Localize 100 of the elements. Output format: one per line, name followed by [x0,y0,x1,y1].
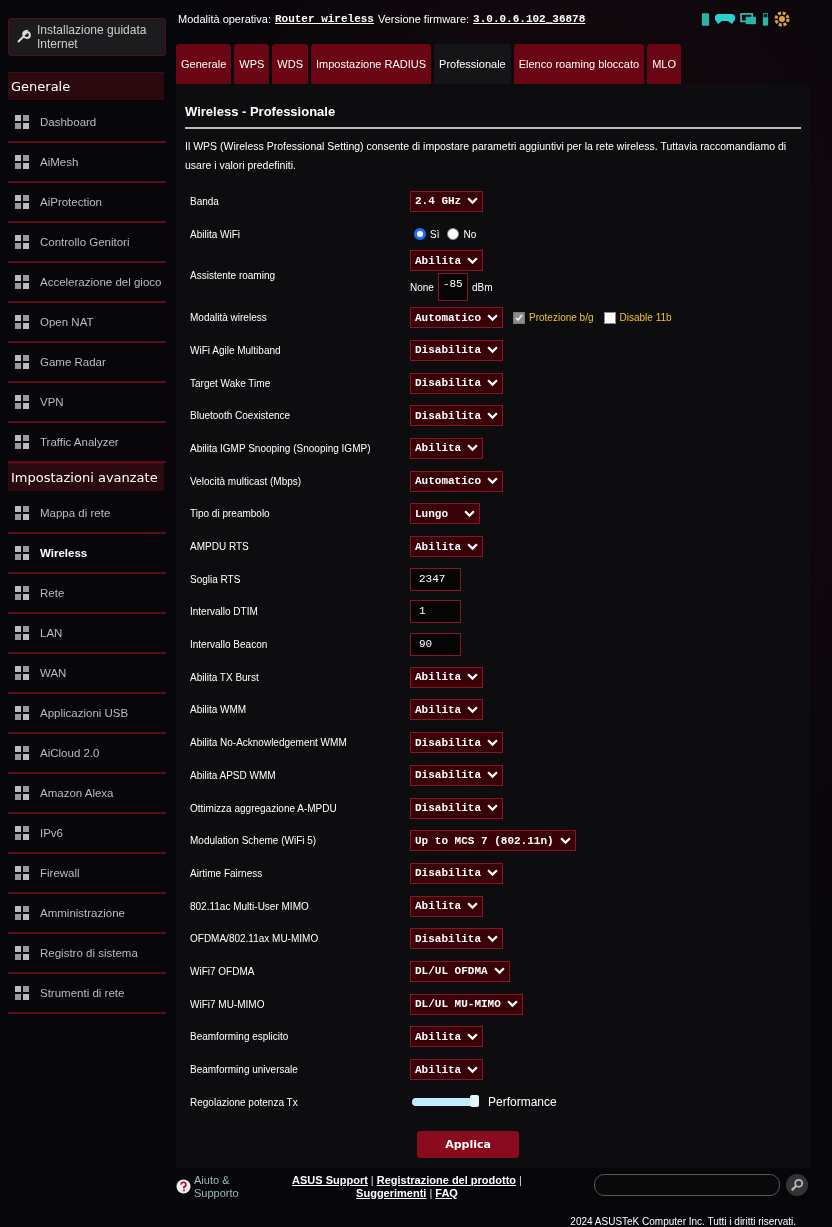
chevron-icon [467,705,479,714]
setting-label: Abilita WiFi [190,228,241,240]
phone-icon[interactable] [701,11,710,27]
dropdown[interactable]: 2.4 GHz [410,190,484,212]
setting-label: Intervallo Beacon [190,639,269,651]
dropdown[interactable]: Abilita [410,536,484,558]
help-link[interactable]: Aiuto & Supporto [194,1173,246,1200]
sidebar-item[interactable]: Applicazioni USB [8,694,166,734]
usb-icon[interactable] [762,11,769,27]
radio-button[interactable] [447,228,460,241]
chevron-icon [487,346,498,355]
setting-label: WiFi Agile Multiband [190,344,282,356]
sidebar-item[interactable]: Registro di sistema [8,934,166,974]
input-field[interactable]: 2347 [410,567,461,591]
sidebar-item[interactable]: Controllo Genitori [8,223,166,263]
separator: | [370,1173,374,1187]
sidebar-item[interactable]: Amministrazione [8,894,166,934]
sidebar-item[interactable]: Amazon Alexa [8,774,166,814]
sidebar-item[interactable]: Strumenti di rete [8,974,166,1014]
chevron-icon [487,738,498,747]
sidebar-item[interactable]: Rete [8,574,166,614]
input-field[interactable]: -85 [437,273,468,302]
dropdown[interactable]: Abilita [410,250,484,272]
footer-link[interactable]: Suggerimenti [356,1186,427,1200]
firmware-link[interactable]: 3.0.0.6.102_36878 [473,13,586,25]
gamepad-icon[interactable] [715,13,735,25]
sidebar-item[interactable]: IPv6 [8,814,166,854]
tile-icon [14,234,30,250]
sidebar-item[interactable]: Game Radar [8,343,166,383]
dropdown[interactable]: DL/UL OFDMA [410,960,510,982]
sidebar-item[interactable]: WAN [8,654,166,694]
tile-icon [14,274,30,290]
dropdown[interactable]: Abilita [410,699,484,721]
tile-icon [14,745,30,761]
dropdown[interactable]: Disabilita [410,928,503,950]
section-header: Generale [8,72,164,100]
section-header: Impostazioni avanzate [8,463,164,491]
dropdown[interactable]: Up to MCS 7 (802.11n) [410,830,576,852]
monitor-icon[interactable] [740,12,757,26]
dropdown[interactable]: Abilita [410,895,484,917]
tile-icon [14,154,30,170]
dropdown[interactable]: Abilita [410,437,484,459]
dropdown[interactable]: Disabilita [410,797,503,819]
search-field[interactable] [594,1173,780,1196]
input-field[interactable]: 90 [410,633,461,657]
dropdown[interactable]: Disabilita [410,732,503,754]
checkbox-label: Disable 11b [619,312,672,324]
sidebar-item[interactable]: AiCloud 2.0 [8,734,166,774]
footer-link[interactable]: Registrazione del prodotto [376,1173,517,1187]
dropdown[interactable]: Automatico [410,307,503,329]
tab[interactable]: WPS [234,44,270,84]
sidebar-item[interactable]: VPN [8,383,166,423]
dropdown[interactable]: Lungo [410,503,480,525]
sidebar-item[interactable]: AiProtection [8,183,166,223]
tab[interactable]: Impostazione RADIUS [311,44,432,84]
settings-icon[interactable] [774,11,790,27]
dropdown[interactable]: Disabilita [410,339,503,361]
sidebar-item[interactable]: Dashboard [8,103,166,143]
dropdown[interactable]: Automatico [410,470,503,492]
dropdown[interactable]: DL/UL MU-MIMO [410,993,523,1015]
sidebar-item[interactable]: LAN [8,614,166,654]
footer-link[interactable]: FAQ [435,1186,458,1200]
input-field[interactable]: 1 [410,600,461,624]
chevron-icon [559,836,571,845]
sidebar-item[interactable]: Open NAT [8,303,166,343]
tab[interactable]: MLO [647,44,681,84]
sidebar-item[interactable]: Firewall [8,854,166,894]
tab[interactable]: WDS [272,44,308,84]
setting-label: Beamforming esplicito [190,1031,290,1043]
dropdown[interactable]: Disabilita [410,372,503,394]
setting-label: Tipo di preambolo [190,508,271,520]
power-slider[interactable] [412,1098,478,1107]
sidebar-item[interactable]: AiMesh [8,143,166,183]
dropdown[interactable]: Disabilita [410,764,503,786]
dropdown[interactable]: Abilita [410,1026,484,1048]
sidebar-item[interactable]: Mappa di rete [8,494,166,534]
tile-icon [14,434,30,450]
tab[interactable]: Generale [176,44,232,84]
setting-label: WiFi7 OFDMA [190,965,256,977]
sidebar-item[interactable]: Accelerazione del gioco [8,263,166,303]
chevron-icon [487,477,498,486]
dropdown[interactable]: Abilita [410,666,484,688]
apply-button[interactable]: Applica [417,1130,519,1158]
checkbox-label: Protezione b/g [529,312,594,324]
dropdown[interactable]: Abilita [410,1059,484,1081]
setting-label: Modalità wireless [190,312,268,324]
setting-label: AMPDU RTS [190,541,250,553]
tile-icon [14,394,30,410]
tile-icon [14,865,30,881]
radio-button[interactable] [414,228,426,241]
sidebar-item[interactable]: Wireless [8,534,166,574]
footer-link[interactable]: ASUS Support [292,1173,368,1187]
tab[interactable]: Elenco roaming bloccato [513,44,645,84]
setup-button[interactable]: Installazione guidata Internet [8,18,166,56]
checkbox[interactable] [603,311,616,324]
tab[interactable]: Professionale [434,44,511,84]
mode-link[interactable]: Router wireless [274,13,374,25]
dropdown[interactable]: Disabilita [410,405,503,427]
search-button[interactable] [786,1173,808,1196]
dropdown[interactable]: Disabilita [410,862,503,884]
